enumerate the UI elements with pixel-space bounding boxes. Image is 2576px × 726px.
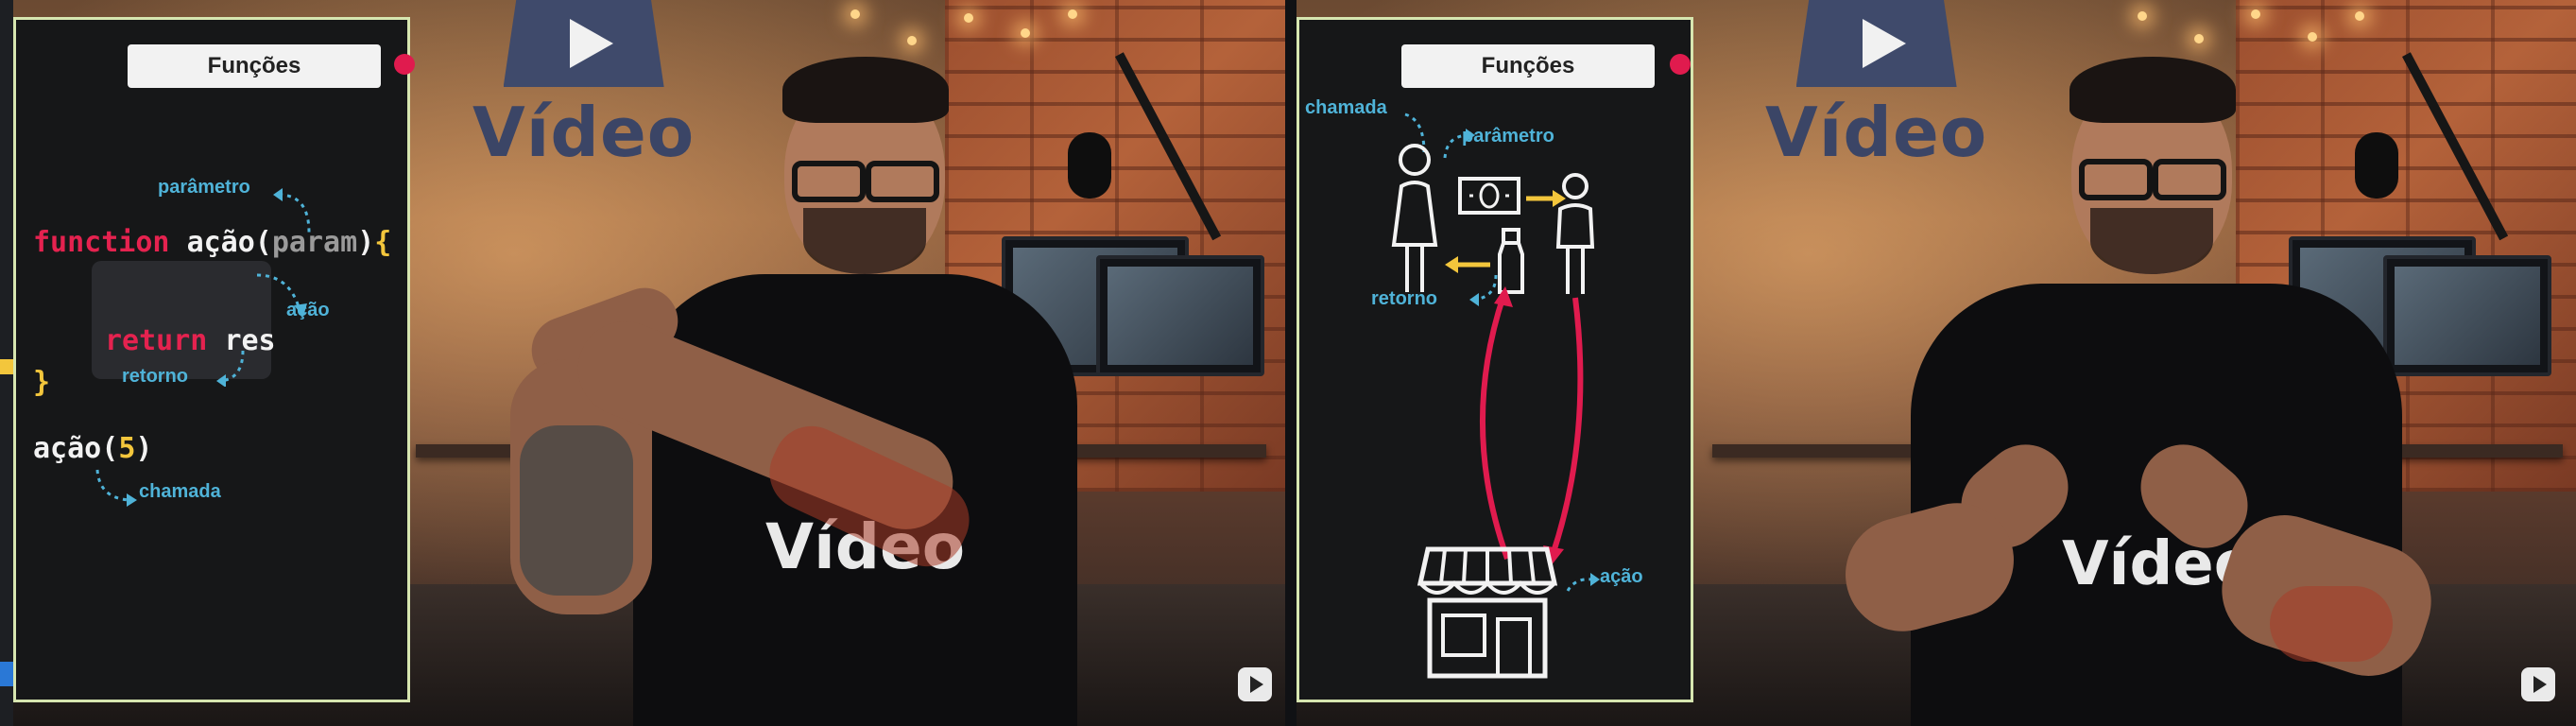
store-icon bbox=[1417, 546, 1558, 679]
glasses bbox=[2153, 159, 2226, 200]
glasses bbox=[866, 161, 939, 202]
play-icon[interactable] bbox=[1238, 667, 1272, 701]
video-frame-left: Vídeo Vídeo Funções parâmetro function a… bbox=[0, 0, 1285, 726]
ceiling-lamp bbox=[2308, 32, 2317, 42]
dotted-arrow-icon bbox=[1566, 573, 1600, 592]
panel-title: Funções bbox=[1401, 44, 1655, 88]
panel-title: Funções bbox=[128, 44, 381, 88]
arm-tattoo bbox=[2270, 586, 2393, 662]
annotation-retorno: retorno bbox=[1371, 288, 1437, 309]
editor-sidebar-strip bbox=[0, 0, 13, 726]
annotation-parametro: parâmetro bbox=[1462, 126, 1554, 147]
record-dot-icon bbox=[1670, 54, 1691, 75]
ceiling-lamp bbox=[1068, 9, 1077, 19]
flow-arrows bbox=[1479, 286, 1584, 566]
ceiling-lamp bbox=[964, 13, 973, 23]
ceiling-lamp bbox=[907, 36, 917, 45]
child-icon bbox=[1555, 173, 1595, 294]
code-line-call: ação(5) bbox=[33, 432, 153, 465]
video-frame-right: Vídeo Vídeo Funções chamada parâmetro re… bbox=[1297, 0, 2576, 726]
code-close-brace: } bbox=[33, 366, 51, 399]
presenter-hair bbox=[782, 57, 949, 123]
glasses bbox=[792, 161, 866, 202]
ceiling-lamp bbox=[1021, 28, 1030, 38]
ceiling-lamp bbox=[850, 9, 860, 19]
money-icon bbox=[1458, 177, 1520, 215]
presenter-hair bbox=[2069, 57, 2236, 123]
presenter-beard bbox=[2090, 208, 2213, 274]
annotation-chamada: chamada bbox=[1305, 97, 1387, 118]
annotation-acao: ação bbox=[286, 300, 330, 320]
code-line-function: function ação(param){ bbox=[33, 226, 392, 259]
presenter-beard bbox=[803, 208, 926, 274]
concept-panel: Funções parâmetro function ação(param){ … bbox=[13, 17, 415, 702]
annotation-acao: ação bbox=[1600, 566, 1643, 587]
annotation-chamada: chamada bbox=[139, 481, 221, 502]
annotation-retorno: retorno bbox=[122, 366, 188, 387]
record-dot-icon bbox=[394, 54, 415, 75]
dotted-arrow-icon bbox=[216, 350, 245, 387]
glasses bbox=[2079, 159, 2153, 200]
woman-icon bbox=[1391, 144, 1438, 292]
ceiling-lamp bbox=[2194, 34, 2204, 43]
presenter: Vídeo bbox=[1826, 57, 2487, 726]
arm-tattoo bbox=[520, 425, 633, 596]
frame-divider bbox=[1285, 0, 1297, 726]
annotation-parametro: parâmetro bbox=[158, 177, 250, 198]
concept-panel: Funções chamada parâmetro retorno ação bbox=[1297, 17, 1693, 702]
presenter: Vídeo bbox=[510, 57, 1191, 726]
yellow-arrow-icon bbox=[1445, 256, 1490, 273]
ceiling-lamp bbox=[2138, 11, 2147, 21]
ceiling-lamp bbox=[2251, 9, 2260, 19]
ceiling-lamp bbox=[2355, 11, 2364, 21]
play-icon[interactable] bbox=[2521, 667, 2555, 701]
